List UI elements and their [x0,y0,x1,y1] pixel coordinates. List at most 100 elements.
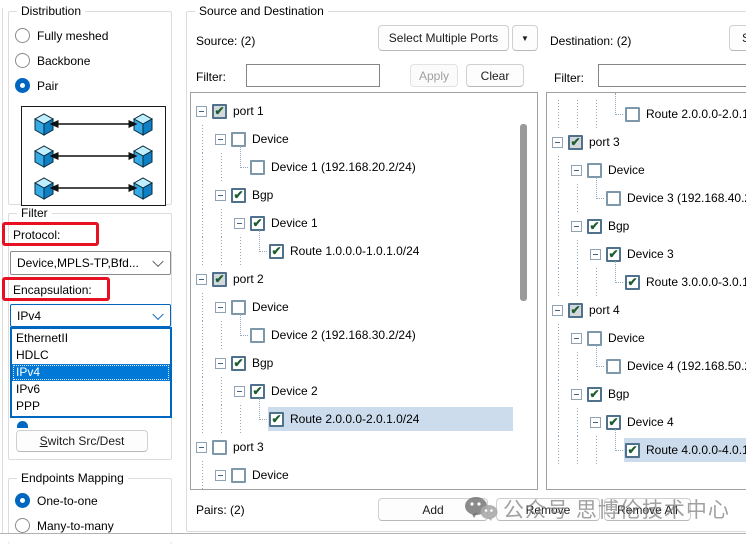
add-button[interactable]: Add [378,498,488,521]
destination-select-multiple-ports-button[interactable]: Select Multiple Ports [729,25,746,51]
dropdown-option-ethernetii[interactable]: EthernetII [12,330,170,347]
tree-checkbox[interactable] [231,188,246,203]
destination-tree-panel[interactable]: Route 2.0.0.0-2.0.1.0/24port 3DeviceDevi… [546,92,746,490]
tree-guide-line [570,268,589,296]
tree-label: port 2 [233,272,264,286]
source-filter-input[interactable] [246,64,380,87]
dropdown-option-hdlc[interactable]: HDLC [12,347,170,364]
tree-guide-line [214,209,233,237]
tree-checkbox[interactable] [587,219,602,234]
tree-checkbox[interactable] [250,160,265,175]
tree-checkbox[interactable] [568,135,583,150]
tree-row-content: Route 3.0.0.0-3.0.1.0/24 [624,270,746,294]
tree-guide-line [570,184,589,212]
tree-row-bgp[interactable]: Bgp [191,181,537,209]
tree-row-route-2-0-0-0-2-0-1-0-24[interactable]: Route 2.0.0.0-2.0.1.0/24 [191,405,537,433]
tree-checkbox[interactable] [250,328,265,343]
tree-label: Device [252,132,289,146]
tree-row-device-4[interactable]: Device 4 [547,408,746,436]
radio-option-many-to-many[interactable]: Many-to-many [15,518,171,533]
tree-row-device-1-192-168-20-2-24[interactable]: Device 1 (192.168.20.2/24) [191,153,537,181]
tree-connector [608,268,624,296]
protocol-combobox[interactable]: Device,MPLS-TP,Bfd... [10,251,171,275]
radio-option-fully-meshed[interactable]: Fully meshed [15,28,171,43]
tree-checkbox[interactable] [269,244,284,259]
apply-button[interactable]: Apply [410,64,458,87]
tree-checkbox[interactable] [568,303,583,318]
tree-row-bgp[interactable]: Bgp [191,349,537,377]
tree-checkbox[interactable] [587,387,602,402]
tree-row-bgp[interactable]: Bgp [547,380,746,408]
tree-row-bgp[interactable]: Bgp [547,212,746,240]
tree-row-device-2[interactable]: Device 2 [191,377,537,405]
tree-row-device[interactable]: Device [547,156,746,184]
radio-label: Fully meshed [37,29,108,43]
radio-option-backbone[interactable]: Backbone [15,53,171,68]
tree-checkbox[interactable] [212,440,227,455]
tree-checkbox[interactable] [231,356,246,371]
tree-checkbox[interactable] [231,300,246,315]
tree-row-port-1[interactable]: port 1 [191,97,537,125]
tree-checkbox[interactable] [231,468,246,483]
tree-checkbox[interactable] [231,132,246,147]
select-multiple-ports-label: Select Multiple Ports [389,31,498,45]
tree-checkbox[interactable] [625,275,640,290]
tree-row-route-2-0-0-0-2-0-1-0-24[interactable]: Route 2.0.0.0-2.0.1.0/24 [547,100,746,128]
tree-row-device-1[interactable]: Device 1 [191,209,537,237]
tree-connector [233,153,249,181]
tree-row-route-1-0-0-0-1-0-1-0-24[interactable]: Route 1.0.0.0-1.0.1.0/24 [191,237,537,265]
tree-checkbox[interactable] [625,107,640,122]
destination-count-label: Destination: (2) [550,34,631,48]
tree-row-device-3[interactable]: Device 3 [547,240,746,268]
tree-checkbox[interactable] [269,412,284,427]
tree-checkbox[interactable] [606,191,621,206]
radio-option-one-to-one[interactable]: One-to-one [15,493,171,508]
remove-all-button[interactable]: Remove All [604,498,691,521]
destination-filter-input[interactable] [598,64,746,87]
dropdown-option-ipv4[interactable]: IPv4 [12,364,170,381]
protocol-combobox-value: Device,MPLS-TP,Bfd... [17,256,139,270]
switch-src-dest-button[interactable]: Switch Src/Dest [16,430,148,452]
tree-row-device-4-192-168-50-2-24[interactable]: Device 4 (192.168.50.2/24) [547,352,746,380]
tree-checkbox[interactable] [625,443,640,458]
tree-row-port-3[interactable]: port 3 [191,433,537,461]
tree-row-content: Device 2 [249,379,513,403]
dropdown-option-ppp[interactable]: PPP [12,398,170,415]
tree-row-device-3-192-168-40-2-24[interactable]: Device 3 (192.168.40.2/24) [547,184,746,212]
dropdown-option-ipv6[interactable]: IPv6 [12,381,170,398]
tree-checkbox[interactable] [587,163,602,178]
tree-checkbox[interactable] [250,216,265,231]
select-multiple-ports-button[interactable]: Select Multiple Ports [378,25,509,51]
source-tree-panel[interactable]: port 1DeviceDevice 1 (192.168.20.2/24)Bg… [190,92,538,490]
tree-checkbox[interactable] [606,247,621,262]
tree-row-device-2-192-168-30-2-24[interactable]: Device 2 (192.168.30.2/24) [191,321,537,349]
tree-label: Device 4 [627,415,674,429]
radio-option-pair[interactable]: Pair [15,78,171,93]
tree-checkbox[interactable] [606,415,621,430]
clear-button[interactable]: Clear [466,64,524,87]
source-tree-scrollbar[interactable] [520,124,527,301]
tree-row-content: Device 2 (192.168.30.2/24) [249,323,513,347]
tree-row-route-4-0-0-0-4-0-1-0-24[interactable]: Route 4.0.0.0-4.0.1.0/24 [547,436,746,464]
tree-guide-line [570,100,589,128]
encapsulation-combobox[interactable]: IPv4 [10,304,171,327]
source-and-destination-title: Source and Destination [195,4,328,18]
tree-guide-line [214,321,233,349]
tree-row-content: Device 1 (192.168.20.2/24) [249,155,513,179]
select-ports-menu-button[interactable]: ▼ [512,25,538,51]
tree-row-route-3-0-0-0-3-0-1-0-24[interactable]: Route 3.0.0.0-3.0.1.0/24 [547,268,746,296]
tree-checkbox[interactable] [212,104,227,119]
tree-row-port-2[interactable]: port 2 [191,265,537,293]
tree-row-device[interactable]: Device [191,461,537,489]
tree-row-port-3[interactable]: port 3 [547,128,746,156]
tree-checkbox[interactable] [587,331,602,346]
tree-checkbox[interactable] [250,384,265,399]
tree-row-content: port 3 [211,435,513,459]
tree-guide-line [233,237,252,265]
tree-row-device[interactable]: Device [547,324,746,352]
remove-button[interactable]: Remove [496,498,600,521]
tree-checkbox[interactable] [606,359,621,374]
encapsulation-dropdown-list: EthernetIIHDLCIPv4IPv6PPP [10,327,172,418]
tree-row-port-4[interactable]: port 4 [547,296,746,324]
tree-checkbox[interactable] [212,272,227,287]
